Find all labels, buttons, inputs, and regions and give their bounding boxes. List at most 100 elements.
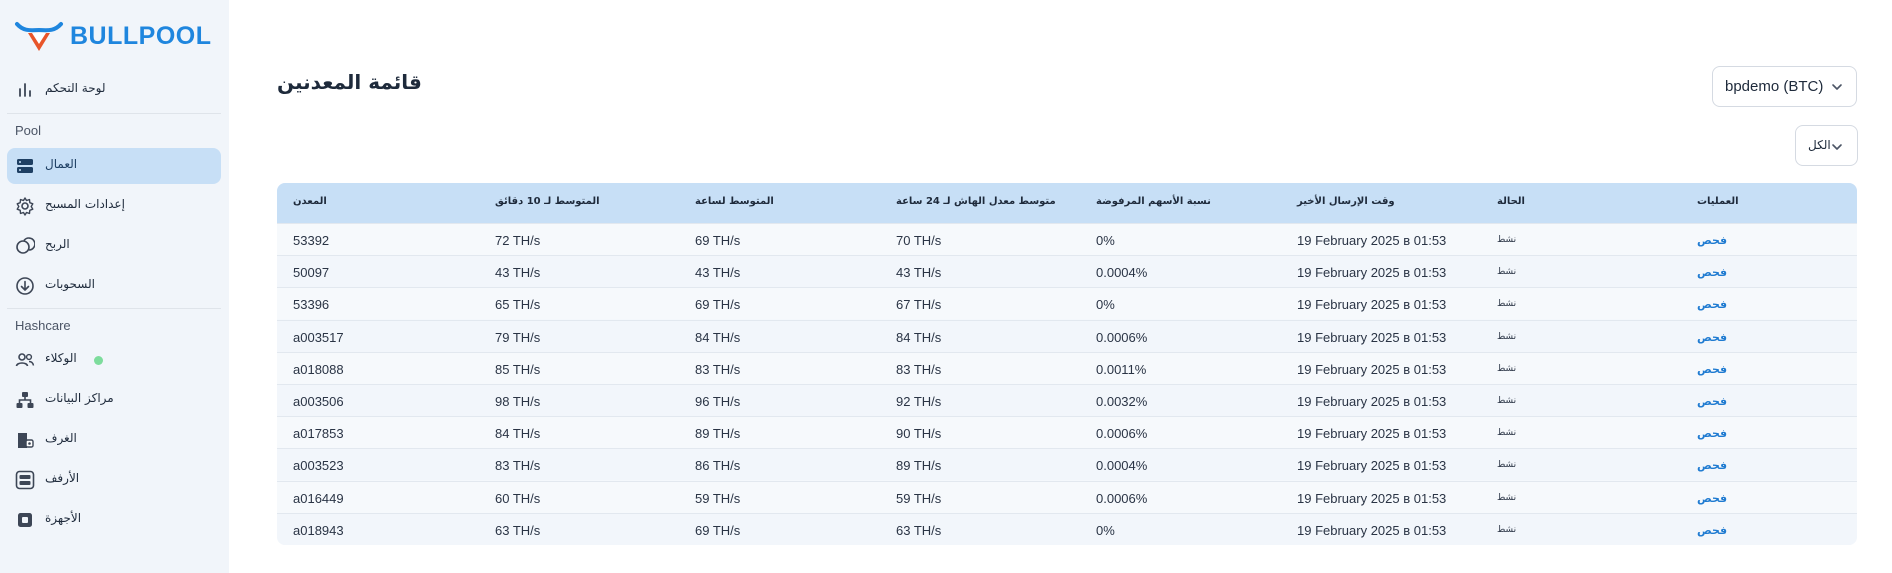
chevron-down-icon — [1832, 144, 1842, 150]
brand-logo[interactable]: BULLPOOL — [14, 18, 212, 54]
last-submit-time: 19 February 2025 в 01:53 — [1297, 361, 1447, 377]
table-row[interactable]: a003517 79 TH/s 84 TH/s 84 TH/s 0.0006% 19 Fe… — [277, 319, 1857, 352]
status-filter-value: الكل — [1808, 138, 1831, 152]
sidebar-item-label: العمال — [45, 157, 78, 171]
sidebar-item-label: الربح — [45, 237, 70, 251]
sidebar-item-dashboard[interactable]: لوحة التحكم — [7, 72, 221, 108]
avg-24h: 89 TH/s — [896, 458, 942, 474]
status-filter-select[interactable]: الكل — [1795, 125, 1858, 166]
table-row[interactable]: 53396 65 TH/s 69 TH/s 67 TH/s 0% 19 February … — [277, 287, 1857, 320]
table-row[interactable]: 53392 72 TH/s 69 TH/s 70 TH/s 0% 19 February … — [277, 223, 1857, 255]
status-text: نشط — [1497, 492, 1517, 503]
table-row[interactable]: a018943 63 TH/s 69 TH/s 63 TH/s 0% 19 Februar… — [277, 512, 1857, 545]
bull-logo-icon — [15, 22, 63, 51]
sidebar-item-agents[interactable]: الوكلاء — [7, 342, 221, 378]
avg-24h: 92 TH/s — [896, 394, 942, 409]
last-submit-time: 19 February 2025 в 01:53 — [1297, 426, 1447, 442]
avg-24h: 70 TH/s — [896, 233, 942, 248]
section-title-pool: Pool — [15, 123, 42, 138]
sidebar-item-label: إعدادات المسبح — [45, 197, 125, 211]
inspect-link[interactable]: فحص — [1697, 234, 1727, 247]
inspect-link[interactable]: فحص — [1697, 427, 1727, 440]
datacenter-icon — [15, 390, 35, 410]
column-header-last-submit[interactable]: وقت الإرسال الأخير — [1297, 196, 1395, 207]
sidebar-item-label: مراكز البيانات — [45, 391, 114, 405]
column-header-avg-1h[interactable]: المتوسط لساعة — [695, 196, 774, 207]
table-header: المعدن المتوسط لـ 10 دقائق المتوسط لساعة… — [277, 183, 1857, 223]
sidebar-item-datacenters[interactable]: مراكز البيانات — [7, 382, 221, 418]
inspect-link[interactable]: فحص — [1697, 363, 1727, 376]
brand-name: BULLPOOL — [70, 21, 212, 50]
sidebar-item-profit[interactable]: الربح — [7, 228, 221, 264]
miner-name: a003506 — [293, 394, 344, 409]
avg-1h: 83 TH/s — [695, 361, 741, 377]
gear-icon — [15, 196, 35, 216]
avg-10min: 85 TH/s — [495, 361, 541, 377]
pool-select[interactable]: bpdemo (BTC) — [1712, 66, 1857, 107]
avg-24h: 83 TH/s — [896, 361, 942, 377]
inspect-link[interactable]: فحص — [1697, 524, 1727, 537]
inspect-link[interactable]: فحص — [1697, 331, 1727, 344]
inspect-link[interactable]: فحص — [1697, 459, 1727, 472]
miner-name: 50097 — [293, 265, 330, 281]
miner-name: a003523 — [293, 458, 344, 474]
sidebar-item-pool-settings[interactable]: إعدادات المسبح — [7, 188, 221, 224]
column-header-actions: العمليات — [1697, 196, 1739, 207]
last-submit-time: 19 February 2025 в 01:53 — [1297, 297, 1447, 313]
status-text: نشط — [1497, 524, 1517, 535]
table-row[interactable]: a017853 84 TH/s 89 TH/s 90 TH/s 0.0006% 19 Fe… — [277, 416, 1857, 449]
table-row[interactable]: a016449 60 TH/s 59 TH/s 59 TH/s 0.0006% 19 Fe… — [277, 480, 1857, 513]
table-row[interactable]: 50097 43 TH/s 43 TH/s 43 TH/s 0.0004% 19 Febr… — [277, 255, 1857, 288]
rejected-shares: 0% — [1096, 522, 1115, 538]
sidebar-item-label: الوكلاء — [45, 351, 77, 365]
inspect-link[interactable]: فحص — [1697, 492, 1727, 505]
miner-name: 53392 — [293, 233, 330, 248]
inspect-link[interactable]: فحص — [1697, 395, 1727, 408]
inspect-link[interactable]: فحص — [1697, 266, 1727, 279]
sidebar-item-devices[interactable]: الأجهزة — [7, 502, 221, 538]
miners-table: المعدن المتوسط لـ 10 دقائق المتوسط لساعة… — [277, 183, 1857, 545]
rejected-shares: 0.0006% — [1096, 329, 1148, 345]
status-text: نشط — [1497, 331, 1517, 342]
column-header-status: الحالة — [1497, 196, 1525, 207]
avg-10min: 98 TH/s — [495, 394, 541, 409]
column-header-rejected-shares[interactable]: نسبة الأسهم المرفوضة — [1096, 196, 1211, 207]
table-row[interactable]: a003523 83 TH/s 86 TH/s 89 TH/s 0.0004% 19 Fe… — [277, 448, 1857, 481]
avg-1h: 86 TH/s — [695, 458, 741, 474]
rejected-shares: 0.0011% — [1096, 361, 1147, 377]
status-text: نشط — [1497, 299, 1517, 310]
rack-icon — [15, 470, 35, 490]
rejected-shares: 0.0006% — [1096, 490, 1148, 506]
rejected-shares: 0.0032% — [1096, 394, 1148, 409]
column-header-avg-10min[interactable]: المتوسط لـ 10 دقائق — [495, 196, 600, 207]
sidebar-item-racks[interactable]: الأرفف — [7, 462, 221, 498]
status-text: نشط — [1497, 428, 1517, 439]
users-icon — [15, 350, 35, 370]
rejected-shares: 0% — [1096, 297, 1115, 313]
column-header-miner[interactable]: المعدن — [293, 196, 327, 207]
sidebar-item-label: الأرفف — [45, 471, 80, 485]
section-title-hashcare: Hashcare — [15, 318, 71, 333]
status-text: نشط — [1497, 396, 1517, 406]
column-header-avg-24h[interactable]: متوسط معدل الهاش لـ 24 ساعة — [896, 196, 1056, 207]
rejected-shares: 0.0006% — [1096, 426, 1148, 442]
room-icon — [15, 430, 35, 450]
last-submit-time: 19 February 2025 в 01:53 — [1297, 329, 1447, 345]
avg-10min: 43 TH/s — [495, 265, 541, 281]
avg-1h: 43 TH/s — [695, 265, 741, 281]
status-text: نشط — [1497, 235, 1517, 245]
sidebar-item-label: السحوبات — [45, 277, 95, 291]
avg-24h: 43 TH/s — [896, 265, 942, 281]
table-row[interactable]: a003506 98 TH/s 96 TH/s 92 TH/s 0.0032% 19 Fe… — [277, 384, 1857, 416]
miner-name: a018943 — [293, 522, 344, 538]
sidebar-item-rooms[interactable]: الغرف — [7, 422, 221, 458]
last-submit-time: 19 February 2025 в 01:53 — [1297, 233, 1447, 248]
chip-icon — [15, 510, 35, 530]
rejected-shares: 0.0004% — [1096, 458, 1148, 474]
sidebar-item-withdrawals[interactable]: السحوبات — [7, 268, 221, 304]
rejected-shares: 0% — [1096, 233, 1115, 248]
inspect-link[interactable]: فحص — [1697, 298, 1727, 311]
avg-1h: 89 TH/s — [695, 426, 741, 442]
sidebar-item-workers[interactable]: العمال — [7, 148, 221, 184]
table-row[interactable]: a018088 85 TH/s 83 TH/s 83 TH/s 0.0011% 19 Fe… — [277, 351, 1857, 384]
